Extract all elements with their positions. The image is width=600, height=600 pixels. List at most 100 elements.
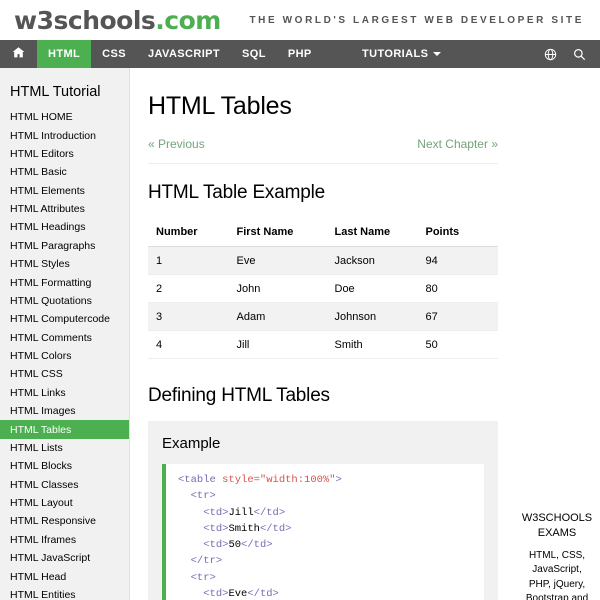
cell-points: 94 (417, 246, 498, 275)
table-header-number: Number (148, 218, 229, 247)
cell-first-name: Jill (228, 330, 327, 359)
nav-tab-html[interactable]: HTML (37, 40, 92, 68)
nav-tab-sql[interactable]: SQL (231, 40, 277, 68)
code-token-tag: </tr> (190, 555, 223, 568)
site-tagline: THE WORLD'S LARGEST WEB DEVELOPER SITE (249, 14, 584, 26)
cell-last-name: Smith (326, 330, 418, 359)
table-header-row: Number First Name Last Name Points (148, 218, 498, 247)
nav-tutorials-label: TUTORIALS (362, 48, 429, 60)
table-row: 4 Jill Smith 50 (148, 330, 498, 359)
sidebar-item-html-home[interactable]: HTML HOME (0, 108, 129, 126)
code-token-tag: <tr> (190, 490, 216, 503)
code-token-text: Jill (228, 506, 254, 519)
sidebar-item-html-links[interactable]: HTML Links (0, 384, 129, 402)
sidebar-item-html-blocks[interactable]: HTML Blocks (0, 457, 129, 475)
cell-number: 3 (148, 302, 229, 331)
sidebar-item-html-javascript[interactable]: HTML JavaScript (0, 549, 129, 567)
globe-icon[interactable] (544, 48, 557, 61)
search-icon[interactable] (573, 48, 586, 61)
ad-title-line1: W3SCHOOLS (521, 512, 593, 524)
example-data-table: Number First Name Last Name Points 1 Eve… (148, 218, 498, 359)
nav-tutorials-dropdown[interactable]: TUTORIALS (362, 40, 442, 68)
sidebar-item-html-classes[interactable]: HTML Classes (0, 476, 129, 494)
chevron-down-icon (433, 52, 442, 56)
nav-tab-php[interactable]: PHP (277, 40, 323, 68)
sidebar-item-html-introduction[interactable]: HTML Introduction (0, 126, 129, 144)
sidebar-item-html-attributes[interactable]: HTML Attributes (0, 200, 129, 218)
sidebar-item-html-iframes[interactable]: HTML Iframes (0, 531, 129, 549)
table-header-first-name: First Name (228, 218, 327, 247)
sidebar-item-html-images[interactable]: HTML Images (0, 402, 129, 420)
sidebar-item-html-headings[interactable]: HTML Headings (0, 218, 129, 236)
right-sidebar: W3SCHOOLS EXAMS HTML, CSS, JavaScript, P… (514, 68, 600, 600)
code-token-tag: <table (178, 474, 223, 486)
table-head: Number First Name Last Name Points (148, 218, 498, 247)
sidebar-item-html-tables[interactable]: HTML Tables (0, 420, 129, 439)
example-label: Example (162, 435, 221, 452)
site-logo[interactable]: w3schools.com (14, 8, 221, 33)
cell-number: 2 (148, 274, 229, 303)
code-token-tag: <td> (203, 587, 229, 600)
cell-last-name: Doe (326, 274, 418, 303)
ad-title[interactable]: W3SCHOOLS EXAMS (520, 511, 594, 541)
code-token-tag: </td> (259, 522, 292, 535)
code-token-tag: </td> (241, 539, 273, 552)
sidebar-item-html-elements[interactable]: HTML Elements (0, 182, 129, 200)
page-body: HTML Tutorial HTML HOME HTML Introductio… (0, 68, 600, 600)
logo-main-text: w3schools (14, 5, 156, 35)
sidebar-item-html-basic[interactable]: HTML Basic (0, 163, 129, 181)
chapter-navigation: « Previous Next Chapter » (148, 137, 498, 164)
ad-title-line2: EXAMS (537, 526, 577, 539)
example-panel: Example <table style="width:100%"> <tr> … (148, 421, 498, 600)
code-token-tag: </td> (253, 506, 286, 519)
sidebar-item-html-styles[interactable]: HTML Styles (0, 255, 129, 273)
code-token-text: Smith (228, 522, 260, 535)
cell-first-name: John (228, 274, 327, 303)
sidebar-item-html-comments[interactable]: HTML Comments (0, 329, 129, 347)
cell-first-name: Eve (228, 246, 327, 275)
sidebar-item-html-formatting[interactable]: HTML Formatting (0, 273, 129, 291)
sidebar-item-html-layout[interactable]: HTML Layout (0, 494, 129, 512)
left-sidebar: HTML Tutorial HTML HOME HTML Introductio… (0, 68, 130, 600)
table-body: 1 Eve Jackson 94 2 John Doe 80 3 Adam Jo… (148, 246, 498, 359)
sidebar-item-html-computercode[interactable]: HTML Computercode (0, 310, 129, 328)
code-snippet: <table style="width:100%"> <tr> <td>Jill… (162, 464, 484, 600)
logo-suffix-text: .com (155, 5, 221, 35)
sidebar-item-html-entities[interactable]: HTML Entities (0, 586, 129, 600)
page-title: HTML Tables (148, 92, 292, 120)
code-token-attr: style= (222, 474, 260, 486)
nav-right-icons (544, 40, 594, 68)
cell-points: 67 (417, 302, 498, 331)
home-icon (12, 46, 25, 62)
cell-last-name: Johnson (326, 302, 418, 331)
sidebar-item-html-colors[interactable]: HTML Colors (0, 347, 129, 365)
nav-tab-css[interactable]: CSS (91, 40, 137, 68)
sidebar-item-html-paragraphs[interactable]: HTML Paragraphs (0, 237, 129, 255)
cell-first-name: Adam (228, 302, 327, 331)
table-row: 3 Adam Johnson 67 (148, 302, 498, 331)
cell-points: 80 (417, 274, 498, 303)
sidebar-item-html-quotations[interactable]: HTML Quotations (0, 292, 129, 310)
table-header-last-name: Last Name (326, 218, 418, 247)
cell-points: 50 (417, 330, 498, 359)
next-chapter-link[interactable]: Next Chapter » (417, 137, 498, 151)
code-token-tag: <td> (203, 522, 229, 535)
sidebar-item-html-css[interactable]: HTML CSS (0, 365, 129, 383)
code-token-val: "width:100%" (259, 474, 336, 486)
main-navigation-bar: HTML CSS JAVASCRIPT SQL PHP TUTORIALS (0, 40, 600, 68)
previous-chapter-link[interactable]: « Previous (148, 137, 205, 151)
sidebar-item-html-editors[interactable]: HTML Editors (0, 145, 129, 163)
main-content: HTML Tables « Previous Next Chapter » HT… (130, 68, 514, 600)
cell-last-name: Jackson (326, 246, 418, 275)
section-title-defining-html-tables: Defining HTML Tables (148, 385, 330, 406)
nav-tab-javascript[interactable]: JAVASCRIPT (137, 40, 231, 68)
code-token-tag: <td> (203, 506, 229, 519)
sidebar-item-html-lists[interactable]: HTML Lists (0, 439, 129, 457)
code-token-tag: <tr> (190, 571, 216, 584)
sidebar-item-html-head[interactable]: HTML Head (0, 567, 129, 585)
sidebar-item-html-responsive[interactable]: HTML Responsive (0, 512, 129, 530)
nav-home-button[interactable] (0, 40, 37, 68)
cell-number: 1 (148, 246, 229, 275)
top-header-bar: w3schools.com THE WORLD'S LARGEST WEB DE… (0, 0, 600, 40)
code-token-tag: > (335, 474, 342, 486)
